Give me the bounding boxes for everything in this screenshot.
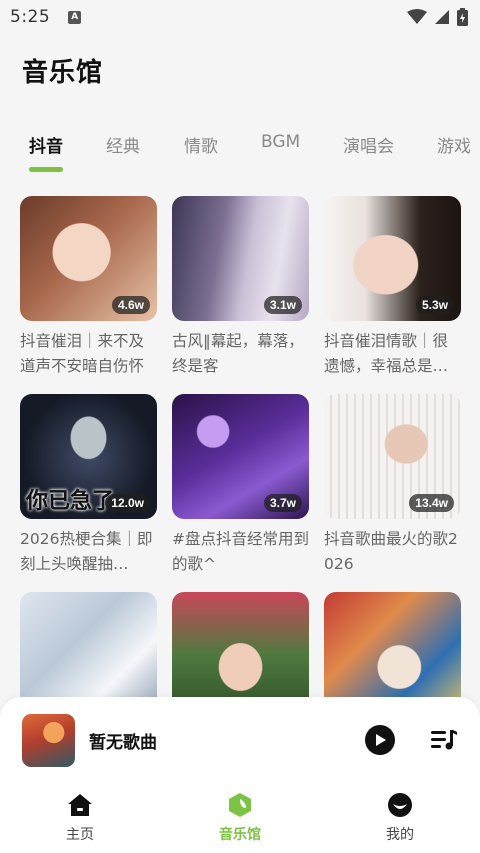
status-time: 5:25 bbox=[10, 7, 51, 27]
notification-icon: A bbox=[68, 10, 82, 24]
playlist-cover: 你已急了 12.0w bbox=[20, 394, 157, 519]
tab-classic[interactable]: 经典 bbox=[106, 132, 140, 157]
player-cover bbox=[22, 713, 75, 767]
play-count-badge: 4.6w bbox=[111, 296, 150, 314]
page-title: 音乐馆 bbox=[22, 58, 104, 88]
play-icon bbox=[376, 734, 386, 746]
playlist-title: 2026热梗合集｜即刻上头唤醒抽… bbox=[20, 530, 153, 573]
playlist-title: 抖音催泪｜来不及道声不安暗自伤怀 bbox=[20, 332, 145, 375]
play-count-badge: 3.7w bbox=[263, 494, 302, 512]
tab-douyin[interactable]: 抖音 bbox=[29, 132, 63, 157]
mini-player[interactable]: 暂无歌曲 bbox=[0, 697, 480, 783]
playlist-grid: 4.6w 抖音催泪｜来不及道声不安暗自伤怀 3.1w 古风‖幕起，幕落，终是客 … bbox=[20, 196, 462, 716]
play-count-badge: 5.3w bbox=[415, 296, 454, 314]
active-tab-indicator bbox=[29, 167, 63, 172]
play-button[interactable] bbox=[365, 725, 395, 755]
playlist-card[interactable]: 3.1w 古风‖幕起，幕落，终是客 bbox=[172, 196, 309, 379]
home-icon bbox=[68, 794, 92, 816]
playlist-cover: 3.1w bbox=[172, 196, 309, 321]
playlist-card[interactable]: 3.7w #盘点抖音经常用到的歌^ bbox=[172, 394, 309, 577]
tab-love-songs[interactable]: 情歌 bbox=[184, 132, 218, 157]
playlist-cover: 13.4w bbox=[324, 394, 461, 519]
playlist-card[interactable]: 4.6w 抖音催泪｜来不及道声不安暗自伤怀 bbox=[20, 196, 157, 379]
playlist-title: 抖音歌曲最火的歌2026 bbox=[324, 530, 458, 573]
nav-home[interactable]: 主页 bbox=[40, 791, 120, 844]
bottom-nav: 主页 音乐馆 我的 bbox=[0, 783, 480, 853]
nav-home-label: 主页 bbox=[66, 827, 94, 843]
playlist-card[interactable]: 你已急了 12.0w 2026热梗合集｜即刻上头唤醒抽… bbox=[20, 394, 157, 577]
playlist-title: 抖音催泪情歌｜很遗憾，幸福总是… bbox=[324, 332, 449, 375]
nav-music-hall[interactable]: 音乐馆 bbox=[200, 791, 280, 844]
wifi-icon bbox=[407, 9, 427, 24]
playlist-cover: 4.6w bbox=[20, 196, 157, 321]
playlist-icon bbox=[431, 730, 457, 750]
playlist-cover: 5.3w bbox=[324, 196, 461, 321]
playlist-title: #盘点抖音经常用到的歌^ bbox=[172, 530, 309, 573]
cover-caption: 你已急了 bbox=[26, 489, 115, 514]
status-bar: 5:25 A bbox=[0, 0, 480, 34]
playlist-title: 古风‖幕起，幕落，终是客 bbox=[172, 332, 304, 375]
playlist-button[interactable] bbox=[430, 726, 458, 754]
tab-games[interactable]: 游戏 bbox=[437, 132, 471, 157]
play-count-badge: 3.1w bbox=[263, 296, 302, 314]
category-tabs: 抖音 经典 情歌 BGM 演唱会 游戏 bbox=[0, 126, 480, 176]
profile-icon bbox=[388, 793, 412, 817]
music-hall-icon bbox=[229, 793, 251, 817]
signal-icon bbox=[435, 10, 449, 24]
playlist-card[interactable]: 13.4w 抖音歌曲最火的歌2026 bbox=[324, 394, 461, 577]
playlist-cover: 3.7w bbox=[172, 394, 309, 519]
playlist-card[interactable]: 5.3w 抖音催泪情歌｜很遗憾，幸福总是… bbox=[324, 196, 461, 379]
nav-music-hall-label: 音乐馆 bbox=[219, 827, 261, 843]
tab-bgm[interactable]: BGM bbox=[261, 132, 300, 152]
tab-concert[interactable]: 演唱会 bbox=[343, 132, 394, 157]
nav-profile[interactable]: 我的 bbox=[360, 791, 440, 844]
play-count-badge: 12.0w bbox=[105, 494, 150, 512]
play-count-badge: 13.4w bbox=[409, 494, 454, 512]
player-song-title: 暂无歌曲 bbox=[89, 732, 157, 753]
nav-profile-label: 我的 bbox=[386, 827, 414, 843]
battery-icon bbox=[457, 8, 468, 26]
